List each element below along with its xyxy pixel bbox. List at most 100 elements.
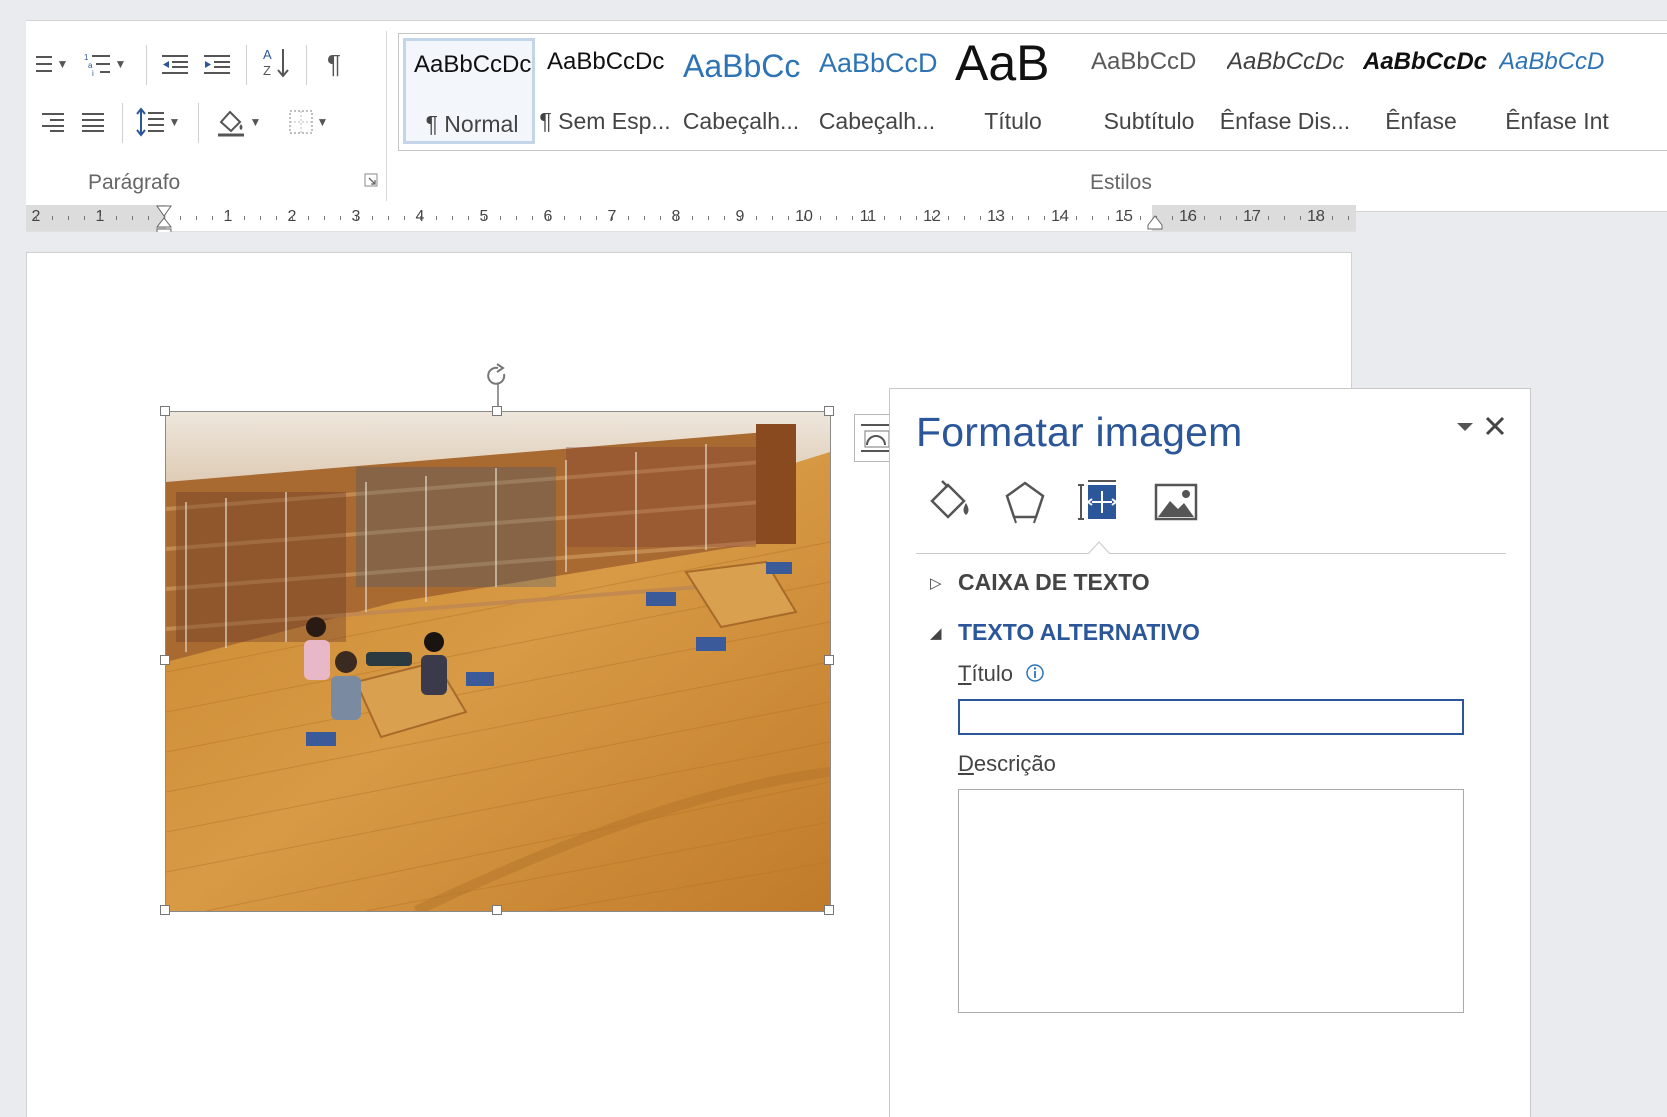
ruler-tick	[1060, 216, 1061, 220]
ruler-tick	[868, 216, 869, 220]
resize-handle-top-right[interactable]	[824, 406, 834, 416]
ruler-tick	[1220, 216, 1221, 220]
shading-button[interactable]: ▼	[206, 103, 270, 141]
style-name: Cabeçalh...	[682, 108, 800, 134]
style-item[interactable]: AaBbCcD Subtítulo	[1083, 38, 1215, 144]
ruler-tick	[740, 216, 741, 220]
ruler-tick	[1140, 216, 1141, 220]
style-name: Cabeçalh...	[818, 108, 936, 134]
ruler-tick	[436, 216, 437, 220]
ruler-tick	[1300, 216, 1301, 220]
style-item[interactable]: AaBbCc Cabeçalh...	[675, 38, 807, 144]
sort-button[interactable]: AZ	[256, 43, 296, 81]
ruler-tick	[900, 216, 901, 220]
decrease-indent-button[interactable]	[156, 45, 194, 83]
bullets-button[interactable]: ▼	[28, 45, 72, 83]
resize-handle-left[interactable]	[160, 655, 170, 665]
resize-handle-right[interactable]	[824, 655, 834, 665]
ruler-tick	[948, 216, 949, 220]
fill-line-icon	[930, 480, 969, 519]
style-name: ¶ Sem Esp...	[539, 108, 671, 134]
right-indent-marker-icon[interactable]	[1146, 213, 1164, 231]
ruler-tick	[580, 216, 581, 220]
style-preview: AaB	[955, 38, 1050, 84]
ruler-tick	[1076, 216, 1077, 220]
justify-button[interactable]	[74, 103, 112, 141]
show-formatting-button[interactable]: ¶	[316, 45, 352, 83]
ruler-tick	[324, 216, 325, 220]
style-item[interactable]: AaBbCcDc ¶ Normal	[403, 38, 535, 144]
multilevel-list-icon: 1ai	[84, 53, 110, 76]
ruler-tick	[276, 216, 277, 220]
ruler-tick	[724, 216, 725, 220]
style-item[interactable]: AaBbCcD Cabeçalh...	[811, 38, 943, 144]
alt-text-description-input[interactable]	[958, 789, 1464, 1013]
ruler-tick	[1252, 216, 1253, 220]
align-right-button[interactable]	[34, 103, 72, 141]
resize-handle-top-left[interactable]	[160, 406, 170, 416]
style-preview: AaBbCcDc	[414, 51, 532, 78]
multilevel-list-button[interactable]: 1 a i ▼	[78, 45, 132, 83]
borders-button[interactable]: ▼	[278, 103, 338, 141]
ruler-tick	[1012, 216, 1013, 220]
ruler-tick	[420, 216, 421, 220]
ruler-tick	[1236, 216, 1237, 220]
style-name: Subtítulo	[1103, 108, 1195, 134]
style-item[interactable]: AaBbCcD Ênfase Int	[1491, 38, 1623, 144]
section-texto-alternativo[interactable]: ◢ TEXTO ALTERNATIVO	[930, 619, 1200, 646]
tab-effects[interactable]	[1000, 477, 1050, 527]
style-item[interactable]: AaBbCcDc ¶ Sem Esp...	[539, 38, 671, 144]
layout-options-button[interactable]	[854, 414, 892, 462]
close-icon[interactable]	[1482, 413, 1508, 439]
ruler-tick	[660, 216, 661, 220]
ruler-tick	[516, 216, 517, 220]
style-item[interactable]: AaB Título	[947, 38, 1079, 144]
info-icon[interactable]	[1025, 663, 1045, 683]
section-caixa-de-texto[interactable]: ▷ CAIXA DE TEXTO	[930, 569, 1150, 596]
ruler-tick	[372, 216, 373, 220]
horizontal-ruler[interactable]: 21123456789101112131415161718	[26, 205, 1356, 239]
ruler-tick	[1284, 216, 1285, 220]
ruler-tick	[676, 216, 677, 220]
tab-layout-properties[interactable]	[1074, 477, 1124, 527]
style-preview: AaBbCcDc	[1363, 48, 1487, 75]
alt-text-title-input[interactable]	[958, 699, 1464, 735]
ruler-tick	[1188, 216, 1189, 220]
resize-handle-top[interactable]	[492, 406, 502, 416]
tab-picture[interactable]	[1150, 477, 1200, 527]
ruler-tick	[452, 216, 453, 220]
ruler-tick	[340, 216, 341, 220]
style-name: ¶ Normal	[425, 111, 519, 137]
ruler-tick	[356, 216, 357, 220]
resize-handle-bottom[interactable]	[492, 905, 502, 915]
ruler-tick	[260, 216, 261, 220]
style-preview: AaBbCcD	[819, 48, 938, 78]
dialog-launcher-icon[interactable]	[364, 173, 378, 187]
pane-options-dropdown-icon[interactable]	[1454, 419, 1476, 435]
ruler-tick	[1204, 216, 1205, 220]
ruler-tick	[68, 216, 69, 220]
style-item[interactable]: AaBbCcDc Ênfase	[1355, 38, 1487, 144]
selected-picture[interactable]	[160, 406, 834, 915]
ruler-tick	[404, 216, 405, 220]
increase-indent-button[interactable]	[198, 45, 236, 83]
collapse-arrow-icon: ◢	[930, 624, 942, 642]
style-item[interactable]: AaBbCcDc Ênfase Dis...	[1219, 38, 1351, 144]
ruler-tick	[100, 216, 101, 220]
styles-group-label: Estilos	[1090, 171, 1152, 194]
paragraph-group-label: Parágrafo	[88, 171, 181, 194]
effects-icon	[1005, 481, 1045, 524]
style-name: Título	[984, 108, 1042, 134]
title-label-accesskey: T	[958, 661, 972, 686]
paragraph-group: ▼ 1 a i ▼ AZ ¶ ▼ ▼ ▼ Parágrafo	[26, 21, 384, 211]
sort-az-icon: AZ	[263, 47, 289, 78]
tab-fill-line[interactable]	[926, 477, 976, 527]
style-name: Ênfase	[1385, 108, 1457, 134]
line-spacing-button[interactable]: ▼	[130, 103, 186, 141]
section-caixa-de-texto-label: CAIXA DE TEXTO	[958, 569, 1150, 595]
style-preview: AaBbCcD	[1499, 48, 1605, 75]
ruler-tick	[596, 216, 597, 220]
desc-label-accesskey: D	[958, 751, 974, 776]
resize-handle-bottom-right[interactable]	[824, 905, 834, 915]
resize-handle-bottom-left[interactable]	[160, 905, 170, 915]
